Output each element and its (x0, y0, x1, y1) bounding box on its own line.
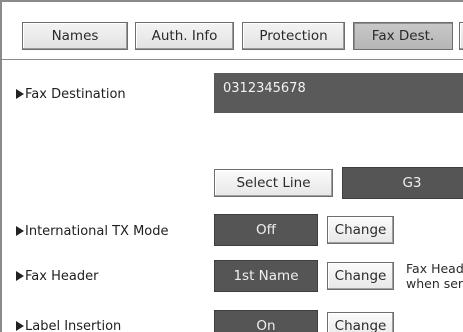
fax-destination-label: Fax Destination (25, 86, 126, 102)
tab-names-label: Names (51, 28, 99, 44)
line-g3-label: G3 (402, 175, 422, 191)
select-line-button[interactable]: Select Line (214, 169, 333, 197)
tab-next-partial[interactable] (459, 22, 463, 50)
fax-header-label: Fax Header (25, 268, 99, 284)
right-arrow-icon (16, 271, 24, 281)
fax-destination-value: 0312345678 (223, 81, 306, 96)
tab-auth-info[interactable]: Auth. Info (135, 22, 234, 50)
fax-destination-field[interactable]: 0312345678 (214, 73, 463, 113)
label-insertion-value: On (214, 310, 318, 332)
label-insertion-label: Label Insertion (25, 318, 122, 332)
tab-divider (2, 59, 463, 60)
fax-header-note-line2: when ser (406, 276, 463, 291)
international-tx-change-button[interactable]: Change (327, 216, 394, 244)
international-tx-row-label: International TX Mode (16, 223, 169, 239)
international-tx-value-text: Off (256, 222, 276, 238)
label-insertion-change-label: Change (334, 318, 387, 332)
tab-fax-dest-label: Fax Dest. (371, 28, 435, 44)
international-tx-change-label: Change (334, 222, 387, 238)
label-insertion-change-button[interactable]: Change (327, 312, 394, 332)
international-tx-label: International TX Mode (25, 223, 169, 239)
tab-protection-label: Protection (259, 28, 328, 44)
right-arrow-icon (16, 321, 24, 331)
fax-destination-row-label: Fax Destination (16, 86, 126, 102)
right-arrow-icon (16, 226, 24, 236)
line-g3-button[interactable]: G3 (342, 167, 463, 199)
address-book-panel: Names Auth. Info Protection Fax Dest. Fa… (0, 0, 463, 332)
tab-fax-dest[interactable]: Fax Dest. (353, 22, 453, 50)
fax-header-value: 1st Name (214, 260, 318, 292)
right-arrow-icon (16, 89, 24, 99)
fax-header-change-label: Change (334, 268, 387, 284)
fax-header-note: Fax Head when ser (406, 261, 463, 291)
fax-header-note-line1: Fax Head (406, 261, 463, 276)
label-insertion-row-label: Label Insertion (16, 318, 121, 332)
fax-header-row-label: Fax Header (16, 268, 98, 284)
fax-header-value-text: 1st Name (233, 268, 299, 284)
tab-names[interactable]: Names (22, 22, 128, 50)
tab-protection[interactable]: Protection (242, 22, 345, 50)
select-line-label: Select Line (236, 175, 311, 191)
fax-header-change-button[interactable]: Change (327, 262, 394, 290)
tab-auth-info-label: Auth. Info (151, 28, 218, 44)
international-tx-value: Off (214, 214, 318, 246)
label-insertion-value-text: On (256, 318, 276, 332)
